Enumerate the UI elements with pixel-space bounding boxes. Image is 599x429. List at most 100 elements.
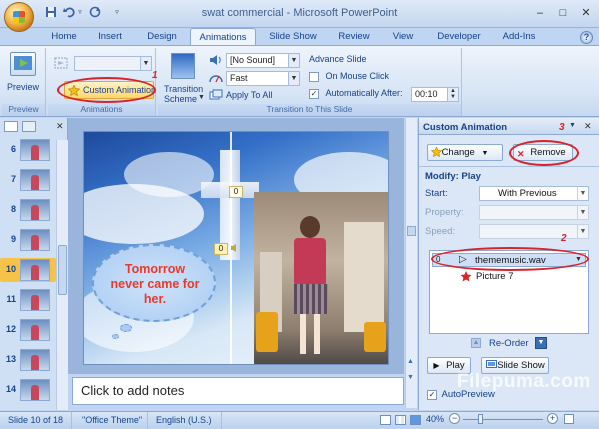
on-mouse-click-row[interactable]: On Mouse Click	[309, 71, 389, 82]
preview-button[interactable]: Preview	[7, 82, 39, 92]
previous-slide-icon[interactable]: ▲	[407, 358, 414, 365]
auto-after-checkbox[interactable]: ✓	[309, 88, 319, 99]
transition-sound-combo[interactable]: [No Sound] ▼	[226, 53, 300, 68]
outline-tab-icon[interactable]	[22, 121, 36, 132]
animate-combo[interactable]: ▼	[74, 56, 152, 71]
help-icon[interactable]: ?	[580, 31, 593, 44]
building	[344, 222, 384, 332]
on-mouse-click-checkbox[interactable]	[309, 71, 319, 82]
redo-icon[interactable]	[88, 6, 102, 20]
chevron-down-icon: ▼	[577, 225, 588, 238]
start-label: Start:	[425, 188, 448, 199]
slide-sorter-icon[interactable]	[395, 415, 406, 425]
chevron-down-icon: ▼	[140, 57, 151, 70]
zoom-in-icon[interactable]: +	[547, 413, 558, 424]
transition-scheme-icon[interactable]	[171, 53, 195, 79]
auto-after-value: 00:10	[415, 89, 438, 99]
undo-icon[interactable]	[62, 6, 76, 20]
apply-to-all-button[interactable]: Apply To All	[226, 90, 272, 100]
star-icon	[430, 146, 443, 162]
thumbnail-figure	[31, 205, 39, 220]
transition-speed-combo[interactable]: Fast ▼	[226, 71, 300, 86]
language[interactable]: English (U.S.)	[152, 412, 222, 429]
next-slide-icon[interactable]: ▼	[407, 374, 414, 381]
start-combo[interactable]: With Previous ▼	[479, 186, 589, 201]
watermark: Filepuma.com	[457, 371, 591, 392]
slide-canvas[interactable]: 0 0 Tomorrow never came for her.	[84, 132, 388, 364]
notes-pane[interactable]: Click to add notes	[72, 377, 404, 405]
change-button[interactable]: Change ▼	[427, 144, 503, 161]
slide-thumbnail[interactable]: 9	[0, 228, 56, 252]
tab-insert[interactable]: Insert	[90, 28, 130, 46]
slide-scrollbar[interactable]: ▲ ▼	[405, 118, 417, 408]
thumbnail-figure	[31, 355, 39, 370]
slide-thumbnail-image	[20, 349, 50, 371]
zoom-slider-thumb[interactable]	[478, 414, 483, 424]
annotation-number-3: 3	[559, 122, 565, 133]
undo-dropdown[interactable]: ▿	[76, 6, 84, 20]
scroll-thumb[interactable]	[407, 226, 416, 236]
slide-show-view-icon[interactable]	[410, 415, 421, 425]
property-combo: ▼	[479, 205, 589, 220]
move-up-icon[interactable]: ▲	[471, 338, 481, 348]
zoom-slider-track[interactable]	[463, 419, 543, 420]
zoom-out-icon[interactable]: −	[449, 413, 460, 424]
close-button[interactable]: ✕	[575, 4, 597, 21]
slide-thumbnail[interactable]: 11	[0, 288, 56, 312]
slide-thumbnail[interactable]: 10	[0, 258, 56, 282]
tab-view[interactable]: View	[386, 28, 420, 46]
slide-thumbnail-image	[20, 169, 50, 191]
list-item[interactable]: Picture 7	[432, 270, 586, 284]
tab-animations[interactable]: Animations	[190, 28, 256, 46]
speech-bubble[interactable]: Tomorrow never came for her.	[92, 244, 216, 322]
save-icon[interactable]	[44, 6, 58, 20]
move-down-icon[interactable]: ▼	[535, 337, 547, 349]
transition-group-label: Transition to This Slide	[158, 104, 461, 116]
tab-home[interactable]: Home	[44, 28, 84, 46]
office-button[interactable]	[4, 2, 34, 32]
notes-placeholder: Click to add notes	[81, 383, 185, 398]
transition-label-line1: Transition	[164, 84, 204, 94]
slide-thumbnail[interactable]: 13	[0, 348, 56, 372]
slide-thumbnail[interactable]: 12	[0, 318, 56, 342]
tab-slide-show[interactable]: Slide Show	[262, 28, 324, 46]
slide-thumbnail[interactable]: 14	[0, 378, 56, 402]
slide-thumbnail[interactable]: 7	[0, 168, 56, 192]
pane-menu-icon[interactable]: ▼	[569, 122, 576, 129]
tab-review[interactable]: Review	[332, 28, 376, 46]
speed-combo: ▼	[479, 224, 589, 239]
tab-developer[interactable]: Developer	[430, 28, 488, 46]
thumbnail-figure	[31, 295, 39, 310]
slides-scrollbar[interactable]	[56, 140, 68, 410]
preview-icon[interactable]	[10, 52, 36, 76]
maximize-button[interactable]: □	[552, 4, 574, 21]
thumbnail-figure	[31, 145, 39, 160]
scroll-thumb[interactable]	[58, 245, 67, 295]
thumbnail-figure	[31, 235, 39, 250]
tab-add-ins[interactable]: Add-Ins	[496, 28, 542, 46]
slide-thumbnail[interactable]: 8	[0, 198, 56, 222]
fit-to-window-icon[interactable]	[564, 414, 574, 424]
animation-tag-top[interactable]: 0	[229, 186, 243, 198]
auto-after-row[interactable]: ✓ Automatically After:	[309, 88, 403, 99]
zoom-level[interactable]: 40%	[426, 414, 444, 424]
play-label: Play	[446, 360, 465, 371]
autopreview-checkbox[interactable]: ✓	[427, 389, 437, 400]
sound-icon	[209, 54, 223, 66]
customize-qat-icon[interactable]: ▿	[113, 6, 121, 20]
annotation-number-2: 2	[561, 233, 567, 244]
normal-view-icon[interactable]	[380, 415, 391, 425]
auto-after-spinner[interactable]: 00:10 ▲ ▼	[411, 87, 459, 102]
modify-heading: Modify: Play	[425, 171, 481, 182]
transition-scheme-button[interactable]: Scheme	[164, 94, 197, 104]
slide-number: 11	[6, 294, 16, 304]
close-panel-icon[interactable]: ✕	[56, 121, 64, 132]
slides-tab-icon[interactable]	[4, 121, 18, 132]
school-bus	[256, 312, 278, 352]
animation-tag-side[interactable]: 0	[214, 243, 228, 255]
minimize-button[interactable]: –	[529, 4, 551, 21]
sound-icon[interactable]	[230, 243, 240, 253]
slide-thumbnail[interactable]: 6	[0, 138, 56, 162]
close-pane-icon[interactable]: ✕	[584, 121, 592, 132]
tab-design[interactable]: Design	[140, 28, 184, 46]
